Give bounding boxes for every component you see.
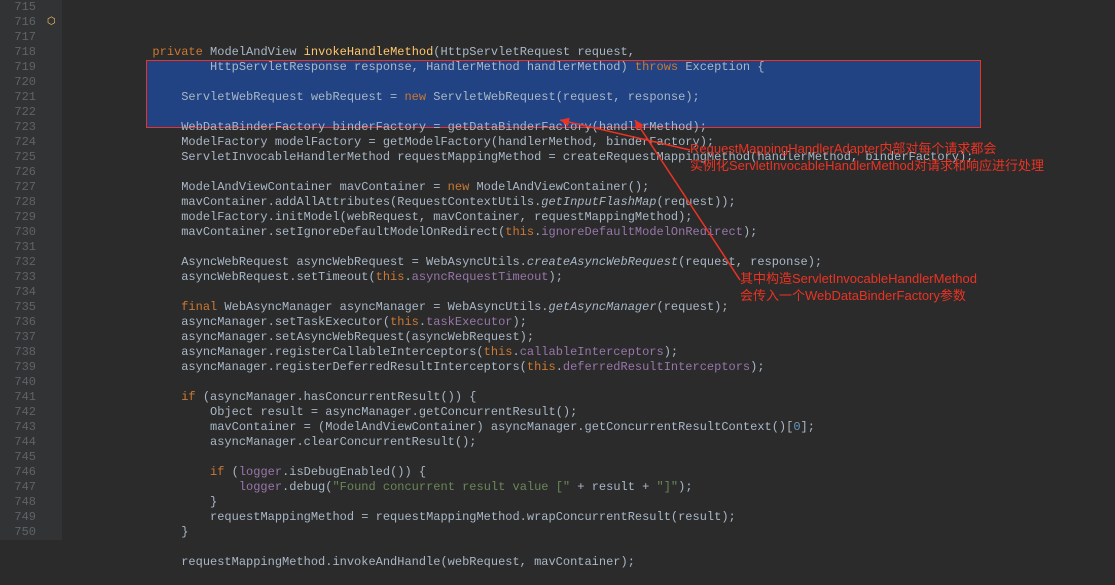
line-number: 746 xyxy=(6,465,36,480)
line-number: 731 xyxy=(6,240,36,255)
line-number: 717 xyxy=(6,30,36,45)
code-line: asyncManager.clearConcurrentResult(); xyxy=(66,435,1115,450)
line-number: 720 xyxy=(6,75,36,90)
code-line xyxy=(66,75,1115,90)
line-number: 727 xyxy=(6,180,36,195)
override-marker-icon[interactable]: ⬡ xyxy=(47,15,59,27)
annotation-note-1-line2: 实例化ServletInvocableHandlerMethod对请求和响应进行… xyxy=(690,157,1044,174)
line-number: 730 xyxy=(6,225,36,240)
line-number: 721 xyxy=(6,90,36,105)
line-number: 749 xyxy=(6,510,36,525)
line-number: 724 xyxy=(6,135,36,150)
line-number: 723 xyxy=(6,120,36,135)
code-line: ServletWebRequest webRequest = new Servl… xyxy=(66,90,1115,105)
line-number: 741 xyxy=(6,390,36,405)
line-number: 740 xyxy=(6,375,36,390)
code-line: if (asyncManager.hasConcurrentResult()) … xyxy=(66,390,1115,405)
line-number: 722 xyxy=(6,105,36,120)
code-line: asyncManager.registerCallableInterceptor… xyxy=(66,345,1115,360)
code-line: ModelAndViewContainer mavContainer = new… xyxy=(66,180,1115,195)
line-number: 736 xyxy=(6,315,36,330)
line-number: 742 xyxy=(6,405,36,420)
annotation-note-2-line2: 会传入一个WebDataBinderFactory参数 xyxy=(740,287,977,304)
line-number: 750 xyxy=(6,525,36,540)
code-line: modelFactory.initModel(webRequest, mavCo… xyxy=(66,210,1115,225)
code-line: mavContainer = (ModelAndViewContainer) a… xyxy=(66,420,1115,435)
code-line xyxy=(66,105,1115,120)
line-number: 733 xyxy=(6,270,36,285)
code-line: asyncManager.registerDeferredResultInter… xyxy=(66,360,1115,375)
annotation-note-2: 其中构造ServletInvocableHandlerMethod 会传入一个W… xyxy=(740,270,977,304)
code-line: asyncManager.setTaskExecutor(this.taskEx… xyxy=(66,315,1115,330)
code-line: if (logger.isDebugEnabled()) { xyxy=(66,465,1115,480)
code-line: logger.debug("Found concurrent result va… xyxy=(66,480,1115,495)
line-number: 718 xyxy=(6,45,36,60)
code-line: mavContainer.setIgnoreDefaultModelOnRedi… xyxy=(66,225,1115,240)
code-line: requestMappingMethod = requestMappingMet… xyxy=(66,510,1115,525)
line-number: 735 xyxy=(6,300,36,315)
line-number: 715 xyxy=(6,0,36,15)
code-line xyxy=(66,375,1115,390)
line-number: 729 xyxy=(6,210,36,225)
line-number: 747 xyxy=(6,480,36,495)
line-number-gutter[interactable]: 7157167177187197207217227237247257267277… xyxy=(0,0,44,540)
line-number: 743 xyxy=(6,420,36,435)
line-number: 745 xyxy=(6,450,36,465)
code-line: WebDataBinderFactory binderFactory = get… xyxy=(66,120,1115,135)
annotation-note-2-line1: 其中构造ServletInvocableHandlerMethod xyxy=(740,270,977,287)
line-number: 716 xyxy=(6,15,36,30)
code-line: } xyxy=(66,495,1115,510)
line-number: 732 xyxy=(6,255,36,270)
code-line: } xyxy=(66,525,1115,540)
line-number: 744 xyxy=(6,435,36,450)
code-line: asyncManager.setAsyncWebRequest(asyncWeb… xyxy=(66,330,1115,345)
code-line: AsyncWebRequest asyncWebRequest = WebAsy… xyxy=(66,255,1115,270)
line-number: 748 xyxy=(6,495,36,510)
code-line: mavContainer.addAllAttributes(RequestCon… xyxy=(66,195,1115,210)
code-line xyxy=(66,240,1115,255)
annotation-note-1: RequestMappingHandlerAdapter内部对每个请求都会 实例… xyxy=(690,140,1044,174)
line-number: 737 xyxy=(6,330,36,345)
code-line: Object result = asyncManager.getConcurre… xyxy=(66,405,1115,420)
marker-column: ⬡ xyxy=(44,0,62,540)
code-line: requestMappingMethod.invokeAndHandle(web… xyxy=(66,555,1115,570)
line-number: 734 xyxy=(6,285,36,300)
code-line xyxy=(66,570,1115,585)
code-line xyxy=(66,450,1115,465)
annotation-note-1-line1: RequestMappingHandlerAdapter内部对每个请求都会 xyxy=(690,140,1044,157)
line-number: 728 xyxy=(6,195,36,210)
code-line xyxy=(66,540,1115,555)
line-number: 726 xyxy=(6,165,36,180)
line-number: 739 xyxy=(6,360,36,375)
code-line: HttpServletResponse response, HandlerMet… xyxy=(66,60,1115,75)
code-line: private ModelAndView invokeHandleMethod(… xyxy=(66,45,1115,60)
line-number: 719 xyxy=(6,60,36,75)
line-number: 725 xyxy=(6,150,36,165)
line-number: 738 xyxy=(6,345,36,360)
